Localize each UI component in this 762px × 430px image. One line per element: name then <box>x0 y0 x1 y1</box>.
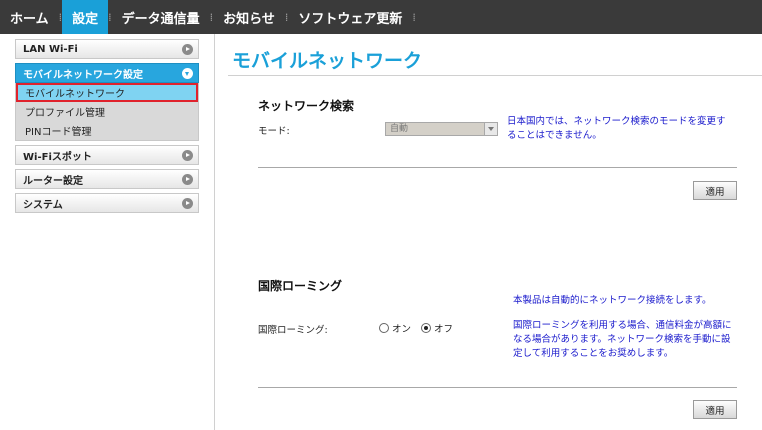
mode-select-value: 自動 <box>390 124 409 134</box>
sidebar-item-wifi-spot[interactable]: Wi-Fiスポット <box>15 145 199 165</box>
sidebar-item-lan-wifi[interactable]: LAN Wi-Fi <box>15 39 199 59</box>
sidebar-item-mobile-network-settings[interactable]: モバイルネットワーク設定 <box>15 63 199 83</box>
sidebar-subitem-pin-management[interactable]: PINコード管理 <box>16 121 198 140</box>
sidebar-item-system[interactable]: システム <box>15 193 199 213</box>
sidebar-subitem-mobile-network[interactable]: モバイルネットワーク <box>16 83 198 102</box>
roaming-warning-note: 国際ローミングを利用する場合、通信料金が高額に なる場合があります。ネットワーク… <box>513 319 732 361</box>
sidebar-subitem-profile-management[interactable]: プロファイル管理 <box>16 102 198 121</box>
apply-button[interactable]: 適用 <box>693 181 737 200</box>
roaming-radio-group: オン オフ <box>379 321 463 335</box>
title-divider <box>228 75 762 76</box>
network-search-note: 日本国内では、ネットワーク検索のモードを変更す ることはできません。 <box>507 115 726 143</box>
chevron-right-icon <box>182 198 193 209</box>
nav-home[interactable]: ホーム <box>0 0 59 34</box>
nav-separator: ⁞ <box>412 10 416 24</box>
content-divider <box>214 34 215 430</box>
sidebar: LAN Wi-Fi モバイルネットワーク設定 モバイルネットワーク プロファイル… <box>15 39 199 217</box>
roaming-label: 国際ローミング: <box>258 325 328 336</box>
chevron-right-icon <box>182 150 193 161</box>
chevron-down-icon <box>182 68 193 79</box>
page-title: モバイルネットワーク <box>232 50 423 72</box>
top-navigation: ホーム ⁞ 設定 ⁞ データ通信量 ⁞ お知らせ ⁞ ソフトウェア更新 ⁞ <box>0 0 762 34</box>
note-line: 日本国内では、ネットワーク検索のモードを変更す <box>507 116 726 127</box>
roaming-off-label: オフ <box>434 324 454 335</box>
mode-select[interactable]: 自動 <box>385 122 498 136</box>
roaming-off-radio[interactable] <box>421 323 432 333</box>
section-divider <box>258 387 737 388</box>
note-line: なる場合があります。ネットワーク検索を手動に設 <box>513 334 731 345</box>
nav-data-usage[interactable]: データ通信量 <box>112 0 210 34</box>
note-line: ることはできません。 <box>507 130 602 141</box>
sidebar-item-label: モバイルネットワーク設定 <box>23 69 143 81</box>
sidebar-item-label: Wi-Fiスポット <box>23 151 92 163</box>
roaming-heading: 国際ローミング <box>258 279 343 293</box>
network-search-heading: ネットワーク検索 <box>258 99 355 113</box>
sidebar-item-label: LAN Wi-Fi <box>23 43 78 55</box>
sidebar-item-router-settings[interactable]: ルーター設定 <box>15 169 199 189</box>
note-line: 定して利用することをお奨めします。 <box>513 348 674 359</box>
roaming-on-radio[interactable] <box>379 323 389 333</box>
nav-software-update[interactable]: ソフトウェア更新 <box>288 0 412 34</box>
roaming-auto-note: 本製品は自動的にネットワーク接続をします。 <box>513 295 712 306</box>
section-divider <box>258 167 737 168</box>
roaming-on-label: オン <box>392 324 412 335</box>
sidebar-item-label: ルーター設定 <box>23 175 83 187</box>
note-line: 国際ローミングを利用する場合、通信料金が高額に <box>513 320 732 331</box>
sidebar-submenu: モバイルネットワーク プロファイル管理 PINコード管理 <box>15 83 199 141</box>
chevron-right-icon <box>182 174 193 185</box>
nav-notifications[interactable]: お知らせ <box>213 0 285 34</box>
sidebar-item-label: システム <box>23 199 63 211</box>
chevron-right-icon <box>182 44 193 55</box>
nav-settings[interactable]: 設定 <box>62 0 109 34</box>
dropdown-arrow-icon <box>484 123 497 135</box>
mode-label: モード: <box>258 126 290 137</box>
apply-button[interactable]: 適用 <box>693 400 737 419</box>
